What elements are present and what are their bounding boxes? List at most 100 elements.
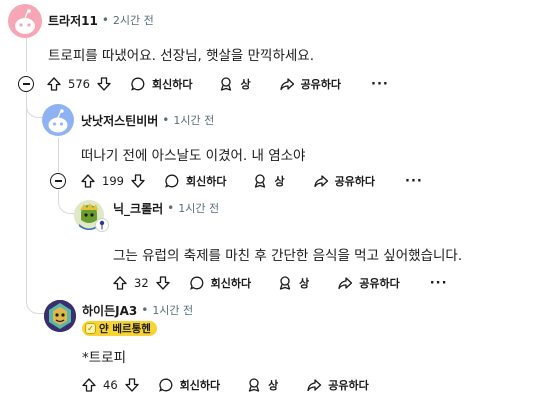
upvote-button[interactable] — [46, 76, 62, 92]
comment-bubble-icon — [189, 276, 203, 290]
collapse-thread-button[interactable] — [18, 76, 34, 92]
character-avatar-icon — [44, 300, 76, 332]
vote-count: 199 — [102, 174, 124, 188]
upvote-button[interactable] — [81, 377, 97, 393]
thread-curve-1 — [26, 100, 42, 118]
comment-header: 트라저11 • 2시간 전 — [48, 10, 154, 30]
thread-line-root — [26, 38, 27, 72]
thread-line-root-lower — [26, 92, 27, 292]
award-label: 상 — [240, 78, 251, 91]
username[interactable]: 닉_크롤러 — [113, 200, 163, 217]
thread-curve-4 — [26, 286, 44, 314]
award-button[interactable]: 상 — [246, 377, 278, 393]
avatar[interactable] — [8, 4, 42, 38]
reply-button[interactable]: 회신하다 — [158, 377, 220, 393]
reply-label: 회신하다 — [210, 277, 252, 290]
avatar[interactable] — [42, 104, 74, 136]
comment-actions: 199 회신하다 상 공유하다 ··· — [80, 169, 423, 193]
username[interactable]: 하이든JA3 — [82, 302, 137, 319]
reply-label: 회신하다 — [151, 78, 193, 91]
downvote-icon — [131, 174, 145, 188]
downvote-button[interactable] — [96, 76, 112, 92]
user-flair: ✓ 얀 베르통헨 — [82, 321, 157, 336]
upvote-icon — [113, 276, 127, 290]
comment-header: 닉_크롤러 • 1시간 전 — [113, 198, 219, 218]
separator-dot: • — [101, 13, 109, 27]
downvote-icon — [97, 77, 111, 91]
shield-icon: ✓ — [85, 323, 96, 334]
comment-header: 낫낫저스틴비버 • 1시간 전 — [81, 110, 214, 130]
comment-bubble-icon — [158, 378, 172, 392]
share-label: 공유하다 — [334, 175, 376, 188]
upvote-icon — [47, 77, 61, 91]
share-button[interactable]: 공유하다 — [279, 76, 341, 92]
reply-button[interactable]: 회신하다 — [164, 173, 226, 189]
comment-actions: 576 회신하다 상 공유하다 ··· — [46, 72, 389, 96]
upvote-button[interactable] — [112, 275, 128, 291]
more-options-button[interactable]: ··· — [371, 77, 389, 92]
award-icon — [248, 378, 260, 392]
reply-button[interactable]: 회신하다 — [130, 76, 192, 92]
award-icon — [255, 174, 266, 188]
comment-actions: 32 회신하다 상 공유하다 ··· — [112, 271, 448, 295]
award-label: 상 — [299, 277, 310, 290]
downvote-button[interactable] — [155, 275, 171, 291]
username[interactable]: 낫낫저스틴비버 — [81, 112, 158, 129]
award-button[interactable]: 상 — [218, 76, 251, 92]
separator-dot: • — [141, 303, 149, 317]
downvote-icon — [124, 378, 139, 392]
downvote-icon — [155, 276, 170, 290]
vote-count: 46 — [103, 378, 118, 392]
share-label: 공유하다 — [300, 78, 342, 91]
award-icon — [279, 276, 291, 290]
upvote-button[interactable] — [80, 173, 96, 189]
more-options-button[interactable]: ··· — [405, 174, 423, 189]
share-icon — [313, 175, 328, 188]
comment-body: 그는 유럽의 축제를 마친 후 간단한 음식을 먹고 싶어했습니다. — [113, 248, 463, 264]
share-label: 공유하다 — [359, 277, 400, 290]
separator-dot: • — [167, 201, 175, 215]
downvote-button[interactable] — [124, 377, 140, 393]
comment-actions: 46 회신하다 상 공유하다 — [81, 373, 369, 397]
timestamp[interactable]: 1시간 전 — [152, 302, 193, 318]
award-button[interactable]: 상 — [277, 275, 309, 291]
award-label: 상 — [274, 175, 285, 188]
downvote-button[interactable] — [130, 173, 146, 189]
comment-body: 떠나기 전에 아스날도 이겼어. 내 염소야 — [81, 148, 306, 164]
share-icon — [279, 78, 294, 91]
share-button[interactable]: 공유하다 — [306, 377, 369, 393]
reply-label: 회신하다 — [185, 175, 227, 188]
award-icon — [221, 77, 232, 91]
timestamp[interactable]: 1시간 전 — [178, 200, 219, 216]
collapse-thread-button[interactable] — [50, 173, 66, 189]
share-button[interactable]: 공유하다 — [313, 173, 375, 189]
share-icon — [338, 277, 353, 290]
vote-count: 32 — [134, 276, 149, 290]
upvote-icon — [81, 174, 95, 188]
share-icon — [307, 379, 322, 392]
thread-line-reply — [58, 138, 59, 172]
reply-button[interactable]: 회신하다 — [189, 275, 251, 291]
comment-body: *트로피 — [82, 350, 127, 366]
avatar[interactable] — [44, 300, 76, 332]
share-button[interactable]: 공유하다 — [337, 275, 400, 291]
flair-text: 얀 베르통헨 — [99, 323, 151, 335]
upvote-icon — [82, 378, 96, 392]
comment-bubble-icon — [131, 77, 145, 91]
comment-body: 트로피를 따냈어요. 선장님, 햇살을 만끽하세요. — [48, 48, 315, 64]
trophy-icon — [95, 218, 109, 232]
more-options-button[interactable]: ··· — [430, 276, 448, 291]
snoo-avatar-icon — [48, 109, 68, 133]
timestamp[interactable]: 1시간 전 — [173, 112, 214, 128]
award-button[interactable]: 상 — [252, 173, 285, 189]
comment-header: 하이든JA3 • 1시간 전 — [82, 300, 193, 320]
timestamp[interactable]: 2시간 전 — [113, 12, 154, 28]
reply-label: 회신하다 — [179, 379, 221, 392]
award-label: 상 — [268, 379, 279, 392]
share-label: 공유하다 — [328, 379, 369, 392]
vote-count: 576 — [68, 77, 90, 91]
snoo-avatar-icon — [15, 9, 35, 34]
username[interactable]: 트라저11 — [48, 12, 98, 29]
comment-bubble-icon — [165, 174, 179, 188]
separator-dot: • — [162, 113, 170, 127]
